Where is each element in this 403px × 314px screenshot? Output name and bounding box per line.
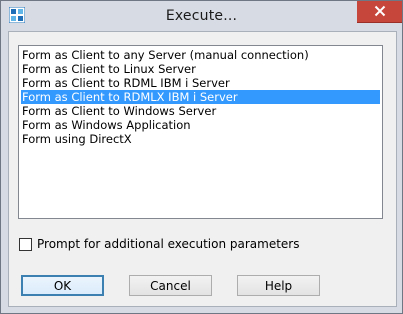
list-item[interactable]: Form using DirectX bbox=[21, 132, 380, 146]
help-button[interactable]: Help bbox=[237, 275, 320, 296]
list-item-selected[interactable]: Form as Client to RDMLX IBM i Server bbox=[21, 90, 380, 104]
prompt-option[interactable]: Prompt for additional execution paramete… bbox=[19, 236, 299, 252]
title-bar[interactable]: Execute... bbox=[1, 1, 402, 35]
list-item[interactable]: Form as Client to Windows Server bbox=[21, 104, 380, 118]
window-title: Execute... bbox=[165, 8, 238, 24]
close-icon bbox=[374, 2, 386, 21]
ok-button[interactable]: OK bbox=[21, 275, 104, 296]
dialog-body: Form as Client to any Server (manual con… bbox=[8, 31, 397, 307]
list-item[interactable]: Form as Client to Linux Server bbox=[21, 62, 380, 76]
list-item[interactable]: Form as Client to any Server (manual con… bbox=[21, 48, 380, 62]
close-button[interactable] bbox=[357, 1, 402, 23]
cancel-button[interactable]: Cancel bbox=[129, 275, 212, 296]
prompt-checkbox[interactable] bbox=[19, 237, 32, 251]
list-item[interactable]: Form as Windows Application bbox=[21, 118, 380, 132]
execution-mode-list[interactable]: Form as Client to any Server (manual con… bbox=[18, 45, 383, 219]
list-item[interactable]: Form as Client to RDML IBM i Server bbox=[21, 76, 380, 90]
prompt-checkbox-label[interactable]: Prompt for additional execution paramete… bbox=[37, 237, 299, 251]
execute-dialog: Execute... Form as Client to any Server … bbox=[0, 0, 403, 314]
